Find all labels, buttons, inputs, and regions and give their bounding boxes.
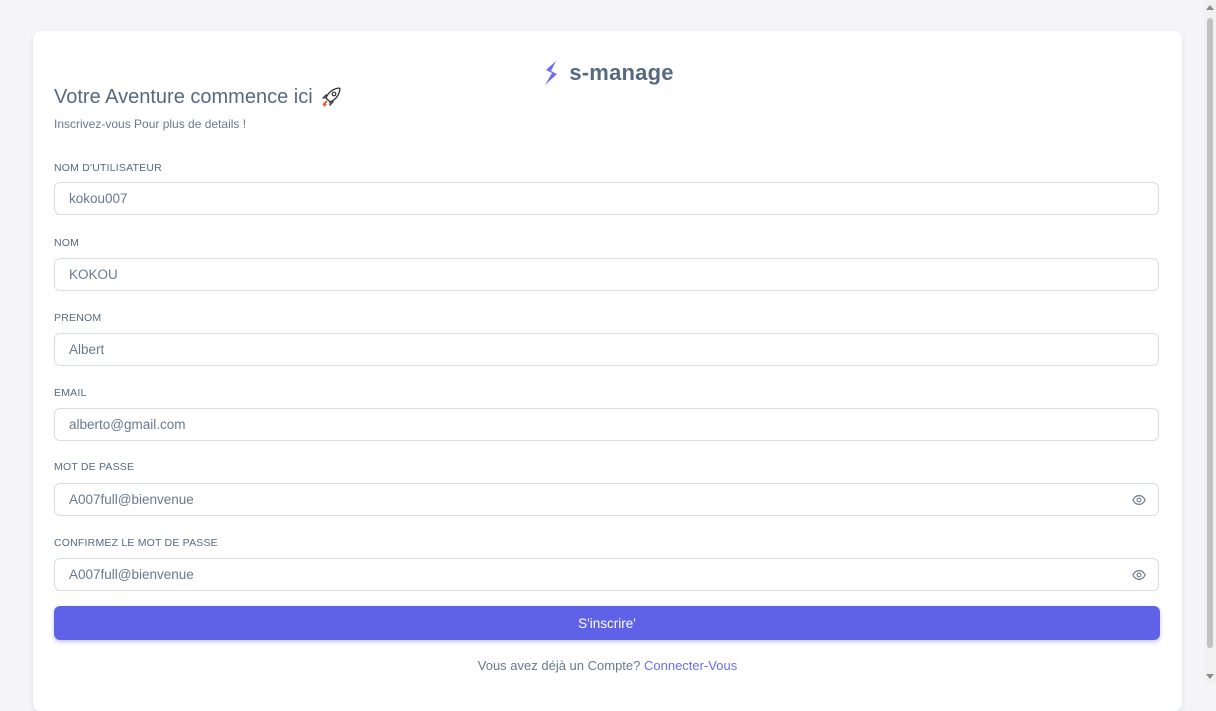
page-title-text: Votre Aventure commence ici (54, 85, 313, 108)
login-prompt: Vous avez déjà un Compte? Connecter-Vous (33, 658, 1182, 673)
password-input[interactable] (55, 484, 1158, 515)
scroll-up-arrow-icon[interactable] (1206, 5, 1214, 10)
confirm-password-label: CONFIRMEZ LE MOT DE PASSE (54, 537, 218, 549)
scroll-down-arrow-icon[interactable] (1206, 674, 1214, 679)
register-card: s-manage Votre Aventure commence ici Ins… (33, 31, 1182, 711)
password-label: MOT DE PASSE (54, 461, 135, 473)
scrollbar-thumb[interactable] (1207, 18, 1213, 648)
firstname-field-wrapper (54, 333, 1159, 366)
page-background: s-manage Votre Aventure commence ici Ins… (0, 0, 1204, 711)
firstname-label: PRENOM (54, 312, 102, 324)
lastname-field-wrapper (54, 258, 1159, 291)
confirm-password-field-wrapper (54, 558, 1159, 591)
login-prompt-text: Vous avez déjà un Compte? (477, 658, 641, 673)
brand: s-manage (33, 59, 1182, 87)
page-scrollbar[interactable] (1204, 0, 1216, 684)
password-field-wrapper (54, 483, 1159, 516)
username-field-wrapper (54, 182, 1159, 215)
email-input[interactable] (55, 409, 1158, 440)
rocket-icon (321, 87, 341, 107)
firstname-input[interactable] (55, 334, 1158, 365)
username-label: NOM D'UTILISATEUR (54, 162, 162, 174)
confirm-password-input[interactable] (55, 559, 1158, 590)
page-title: Votre Aventure commence ici (54, 85, 343, 109)
email-label: EMAIL (54, 387, 87, 399)
page-subtitle: Inscrivez-vous Pour plus de details ! (54, 117, 247, 131)
s-logo-icon (545, 61, 558, 85)
lastname-input[interactable] (55, 259, 1158, 290)
username-input[interactable] (55, 183, 1158, 214)
brand-name: s-manage (569, 60, 674, 85)
lastname-label: NOM (54, 237, 80, 249)
eye-icon[interactable] (1132, 493, 1146, 507)
email-field-wrapper (54, 408, 1159, 441)
eye-icon[interactable] (1132, 568, 1146, 582)
login-link[interactable]: Connecter-Vous (644, 658, 737, 673)
register-button[interactable]: S'inscrire' (54, 606, 1160, 640)
